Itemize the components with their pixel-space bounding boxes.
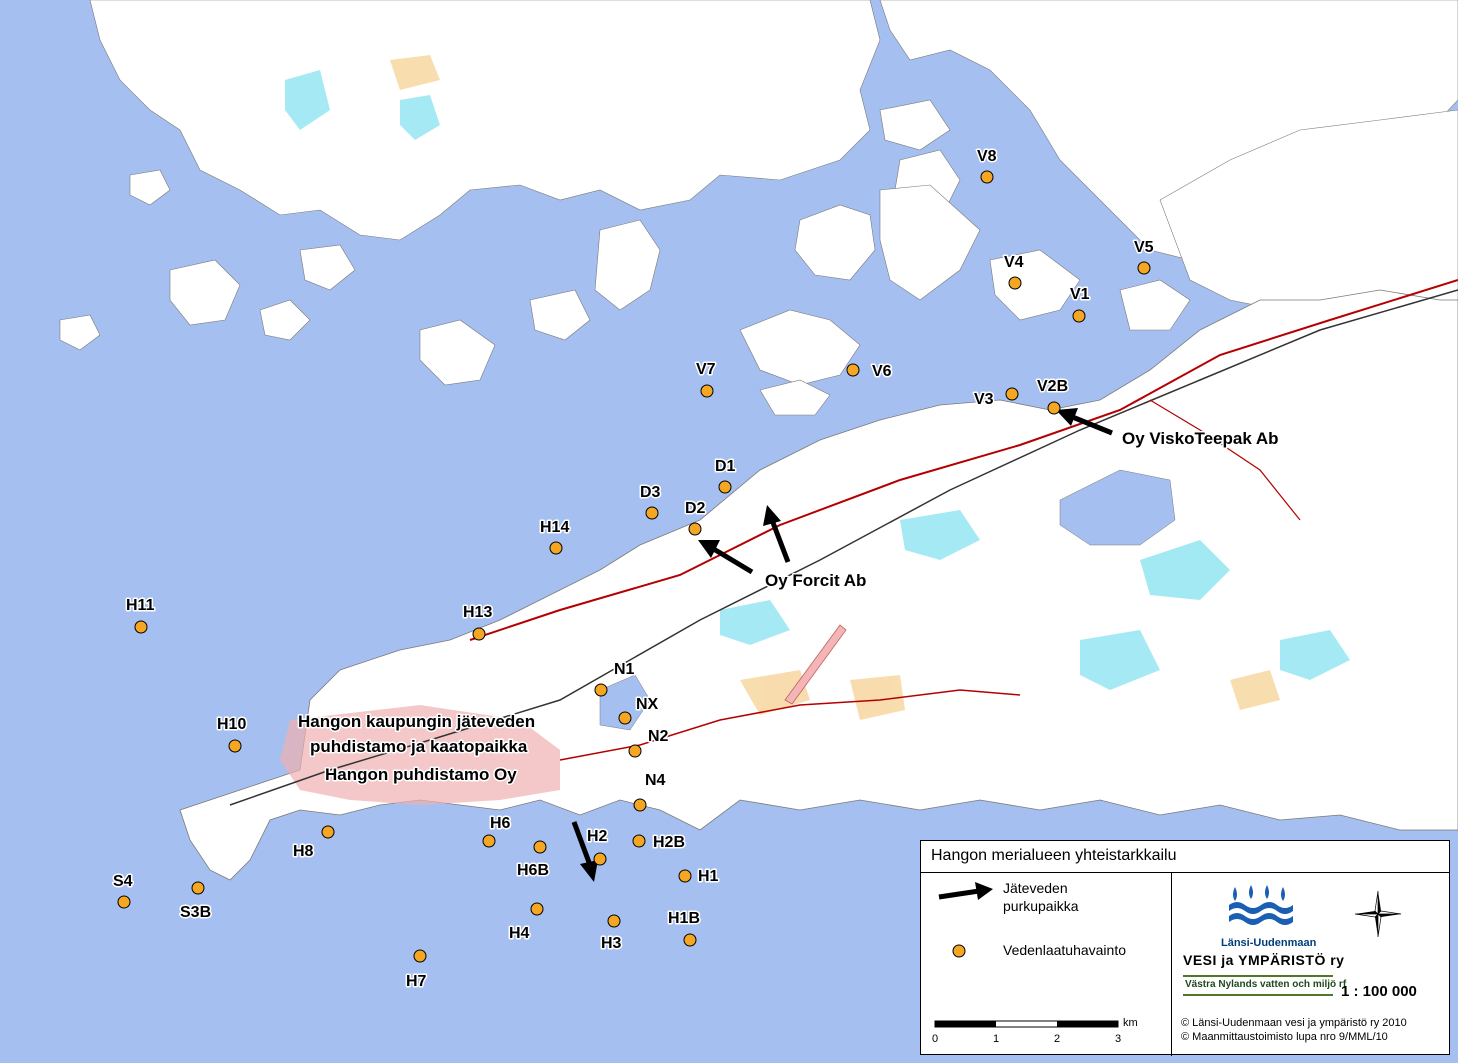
station-label: V4 bbox=[1004, 254, 1024, 271]
legend-divider bbox=[1171, 873, 1172, 1056]
copyright-line1: © Länsi-Uudenmaan vesi ja ympäristö ry 2… bbox=[1181, 1017, 1407, 1029]
logo-line1: Länsi-Uudenmaan bbox=[1221, 937, 1317, 949]
station-label: H3 bbox=[601, 935, 622, 952]
compass-icon bbox=[1354, 890, 1402, 938]
legend-discharge-line1: Jäteveden bbox=[1003, 880, 1068, 896]
logo-rule-bottom bbox=[1183, 994, 1333, 996]
scale-tick-0: 0 bbox=[932, 1033, 939, 1045]
legend-observation-label: Vedenlaatuhavainto bbox=[1003, 942, 1126, 958]
station-label: D2 bbox=[685, 500, 706, 517]
station-label: D1 bbox=[715, 458, 736, 475]
logo-rule-top bbox=[1183, 975, 1333, 977]
station-label: H4 bbox=[509, 925, 530, 942]
station-label: H7 bbox=[406, 973, 427, 990]
logo-line3: Västra Nylands vatten och miljö rf bbox=[1185, 979, 1347, 990]
scale-tick-3: 3 bbox=[1115, 1033, 1122, 1045]
label-puhdistamo: Hangon puhdistamo Oy bbox=[325, 765, 517, 784]
station-label: S4 bbox=[113, 873, 133, 890]
scale-unit: km bbox=[1123, 1017, 1138, 1029]
logo-line2: VESI ja YMPÄRISTÖ ry bbox=[1183, 952, 1345, 968]
station-label: S3B bbox=[180, 904, 211, 921]
station-label: H1B bbox=[668, 910, 700, 927]
station-h1: H1 bbox=[678, 867, 720, 887]
station-label: H13 bbox=[463, 604, 492, 621]
station-label: V7 bbox=[696, 361, 716, 378]
scale-ratio: 1 : 100 000 bbox=[1341, 983, 1417, 1000]
station-label: H2 bbox=[587, 828, 608, 845]
station-label: D3 bbox=[640, 484, 661, 501]
copyright-line2: © Maanmittaustoimisto lupa nro 9/MML/10 bbox=[1181, 1031, 1388, 1043]
station-label: H6B bbox=[517, 862, 549, 879]
legend-panel: Hangon merialueen yhteistarkkailu Jäteve… bbox=[920, 840, 1450, 1056]
station-label: H8 bbox=[293, 843, 314, 860]
station-label: H6 bbox=[490, 815, 511, 832]
scale-tick-1: 1 bbox=[993, 1033, 1000, 1045]
station-label: V1 bbox=[1070, 286, 1090, 303]
station-label: V2B bbox=[1037, 378, 1068, 395]
station-label: H10 bbox=[217, 716, 246, 733]
station-label: N2 bbox=[648, 728, 669, 745]
station-label: H14 bbox=[540, 519, 569, 536]
station-label: V6 bbox=[872, 363, 892, 380]
station-label: V8 bbox=[977, 148, 997, 165]
station-label: H11 bbox=[126, 597, 155, 614]
legend-arrow-icon bbox=[938, 882, 993, 900]
label-viskoteepak: Oy ViskoTeepak Ab bbox=[1122, 429, 1279, 448]
station-label: H1 bbox=[698, 868, 719, 885]
label-forcit: Oy Forcit Ab bbox=[765, 571, 866, 590]
station-label: V3 bbox=[974, 391, 994, 408]
scale-tick-2: 2 bbox=[1054, 1033, 1061, 1045]
label-kaupunki-line1: Hangon kaupungin jäteveden bbox=[298, 712, 535, 731]
legend-title: Hangon merialueen yhteistarkkailu bbox=[921, 841, 1449, 873]
station-label: H2B bbox=[653, 834, 685, 851]
station-label: N1 bbox=[614, 661, 635, 678]
legend-discharge-line2: purkupaikka bbox=[1003, 898, 1079, 914]
label-kaupunki-line2: puhdistamo ja kaatopaikka bbox=[310, 737, 528, 756]
station-label: N4 bbox=[645, 772, 666, 789]
waves-logo-icon bbox=[1229, 885, 1293, 925]
station-label: V5 bbox=[1134, 239, 1154, 256]
legend-observation-icon bbox=[952, 944, 966, 958]
station-label: NX bbox=[636, 696, 659, 713]
